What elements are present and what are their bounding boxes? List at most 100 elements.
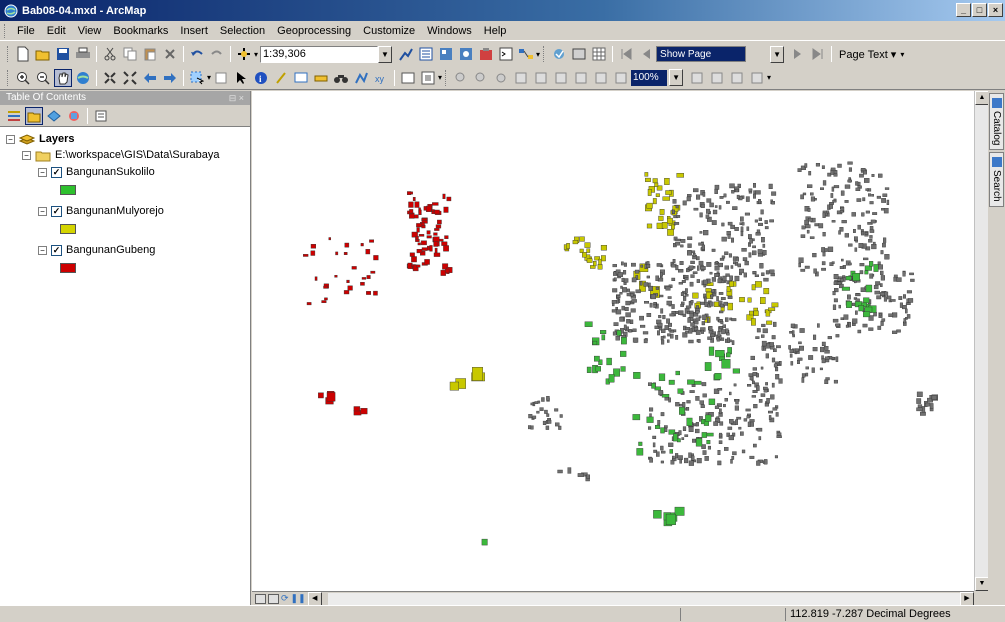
previous-page-icon[interactable] — [637, 45, 655, 63]
layout-zoom-in-icon[interactable] — [452, 69, 470, 87]
identify-icon[interactable]: i — [252, 69, 270, 87]
map-display[interactable] — [252, 91, 974, 591]
go-to-xy-icon[interactable]: xy — [372, 69, 390, 87]
page-text-menu[interactable]: Page Text ▾ — [839, 48, 896, 61]
toolbar-options-icon[interactable]: ▾ — [900, 50, 904, 59]
fixed-zoom-layout-icon[interactable] — [552, 69, 570, 87]
add-data-dropdown-icon[interactable]: ▾ — [254, 50, 258, 59]
next-page-icon[interactable] — [789, 45, 807, 63]
toggle-draft-mode-icon[interactable] — [688, 69, 706, 87]
layer-visibility-checkbox[interactable]: ✓ — [51, 205, 62, 217]
data-driven-pages-icon[interactable] — [748, 69, 766, 87]
paste-icon[interactable] — [141, 45, 159, 63]
toolbar-options-icon[interactable]: ▾ — [536, 50, 540, 59]
layer-row-mulyorejo[interactable]: − ✓ BangunanMulyorejo — [0, 203, 250, 219]
hyperlink-icon[interactable] — [272, 69, 290, 87]
collapse-toggle-icon[interactable]: − — [6, 134, 15, 144]
create-viewer-window-icon[interactable] — [419, 69, 437, 87]
layout-icon[interactable] — [570, 45, 588, 63]
list-by-source-icon[interactable] — [25, 106, 43, 125]
collapse-toggle-icon[interactable]: − — [38, 167, 47, 177]
measure-icon[interactable] — [312, 69, 330, 87]
show-page-dropdown[interactable]: Show Page — [656, 46, 747, 62]
symbol-swatch-green[interactable] — [60, 185, 76, 195]
scale-dropdown-button[interactable]: ▼ — [378, 45, 393, 63]
minimize-button[interactable]: _ — [956, 3, 971, 17]
scroll-up-button[interactable]: ▲ — [975, 91, 989, 105]
toolbar-options-icon[interactable]: ▾ — [767, 73, 771, 82]
symbol-swatch-yellow[interactable] — [60, 224, 76, 234]
cut-icon[interactable] — [101, 45, 119, 63]
collapse-toggle-icon[interactable]: − — [38, 245, 47, 255]
collapse-toggle-icon[interactable]: − — [38, 206, 47, 216]
new-document-icon[interactable] — [14, 45, 32, 63]
select-features-icon[interactable] — [188, 69, 206, 87]
list-by-selection-icon[interactable] — [65, 107, 83, 125]
close-button[interactable]: × — [988, 3, 1003, 17]
source-folder-row[interactable]: − E:\workspace\GIS\Data\Surabaya — [0, 147, 250, 163]
select-dropdown-icon[interactable]: ▾ — [207, 73, 211, 82]
toolbar-grip[interactable] — [543, 46, 546, 62]
layers-root-row[interactable]: − Layers — [0, 131, 250, 147]
menu-windows[interactable]: Windows — [421, 25, 478, 37]
focus-data-frame-icon[interactable] — [708, 69, 726, 87]
catalog-window-icon[interactable] — [437, 45, 455, 63]
forward-extent-layout-icon[interactable] — [612, 69, 630, 87]
print-icon[interactable] — [74, 45, 92, 63]
select-elements-arrow-icon[interactable] — [232, 69, 250, 87]
arctoolbox-icon[interactable] — [477, 45, 495, 63]
layer-symbol-row[interactable] — [0, 258, 250, 278]
map-canvas[interactable] — [252, 91, 974, 591]
refresh-icon[interactable]: ⟳ — [281, 593, 289, 604]
undo-icon[interactable] — [188, 45, 206, 63]
back-extent-layout-icon[interactable] — [592, 69, 610, 87]
pan-hand-icon[interactable] — [54, 68, 72, 87]
symbol-swatch-red[interactable] — [60, 263, 76, 273]
layout-pan-icon[interactable] — [492, 69, 510, 87]
last-page-icon[interactable] — [809, 45, 827, 63]
menu-customize[interactable]: Customize — [357, 25, 421, 37]
menu-insert[interactable]: Insert — [174, 25, 214, 37]
menu-edit[interactable]: Edit — [41, 25, 72, 37]
model-builder-icon[interactable] — [517, 45, 535, 63]
table-of-contents-icon[interactable] — [417, 45, 435, 63]
toc-options-icon[interactable] — [92, 107, 110, 125]
fixed-zoom-in-icon[interactable] — [101, 69, 119, 87]
toolbar-grip[interactable] — [7, 69, 10, 86]
toolbar-grip[interactable] — [445, 69, 448, 86]
copy-icon[interactable] — [121, 45, 139, 63]
menu-view[interactable]: View — [72, 25, 108, 37]
redo-icon[interactable] — [208, 45, 226, 63]
menu-file[interactable]: File — [11, 25, 41, 37]
zoom-in-icon[interactable] — [14, 69, 32, 87]
open-folder-icon[interactable] — [34, 45, 52, 63]
time-slider-icon[interactable] — [399, 69, 417, 87]
menu-geoprocessing[interactable]: Geoprocessing — [271, 25, 357, 37]
collapse-toggle-icon[interactable]: − — [22, 150, 31, 160]
maximize-button[interactable]: □ — [972, 3, 987, 17]
clear-selection-icon[interactable] — [212, 69, 230, 87]
layer-visibility-checkbox[interactable]: ✓ — [51, 166, 62, 178]
zoom-100-icon[interactable] — [532, 69, 550, 87]
map-scale-input[interactable]: 1:39,306 — [260, 45, 379, 63]
first-page-icon[interactable] — [617, 45, 635, 63]
menu-grip[interactable] — [4, 23, 7, 38]
html-popup-icon[interactable] — [292, 69, 310, 87]
select-elements-icon[interactable] — [550, 45, 568, 63]
show-page-dropdown-button[interactable]: ▼ — [770, 45, 785, 63]
layer-visibility-checkbox[interactable]: ✓ — [51, 244, 62, 256]
layout-zoom-out-icon[interactable] — [472, 69, 490, 87]
list-by-drawing-order-icon[interactable] — [5, 107, 23, 125]
zoom-whole-page-icon[interactable] — [512, 69, 530, 87]
layer-symbol-row[interactable] — [0, 180, 250, 200]
data-view-icon[interactable] — [255, 593, 266, 604]
toolbar-options-icon[interactable]: ▾ — [438, 73, 442, 82]
zoom-percent-dropdown[interactable]: 100% — [631, 69, 668, 86]
toolbar-grip[interactable] — [7, 46, 10, 62]
list-by-visibility-icon[interactable] — [45, 107, 63, 125]
menu-bookmarks[interactable]: Bookmarks — [107, 25, 174, 37]
search-tab[interactable]: Search — [989, 152, 1004, 208]
search-window-icon[interactable] — [457, 45, 475, 63]
add-data-icon[interactable] — [235, 45, 253, 63]
fixed-zoom-out-icon[interactable] — [121, 69, 139, 87]
